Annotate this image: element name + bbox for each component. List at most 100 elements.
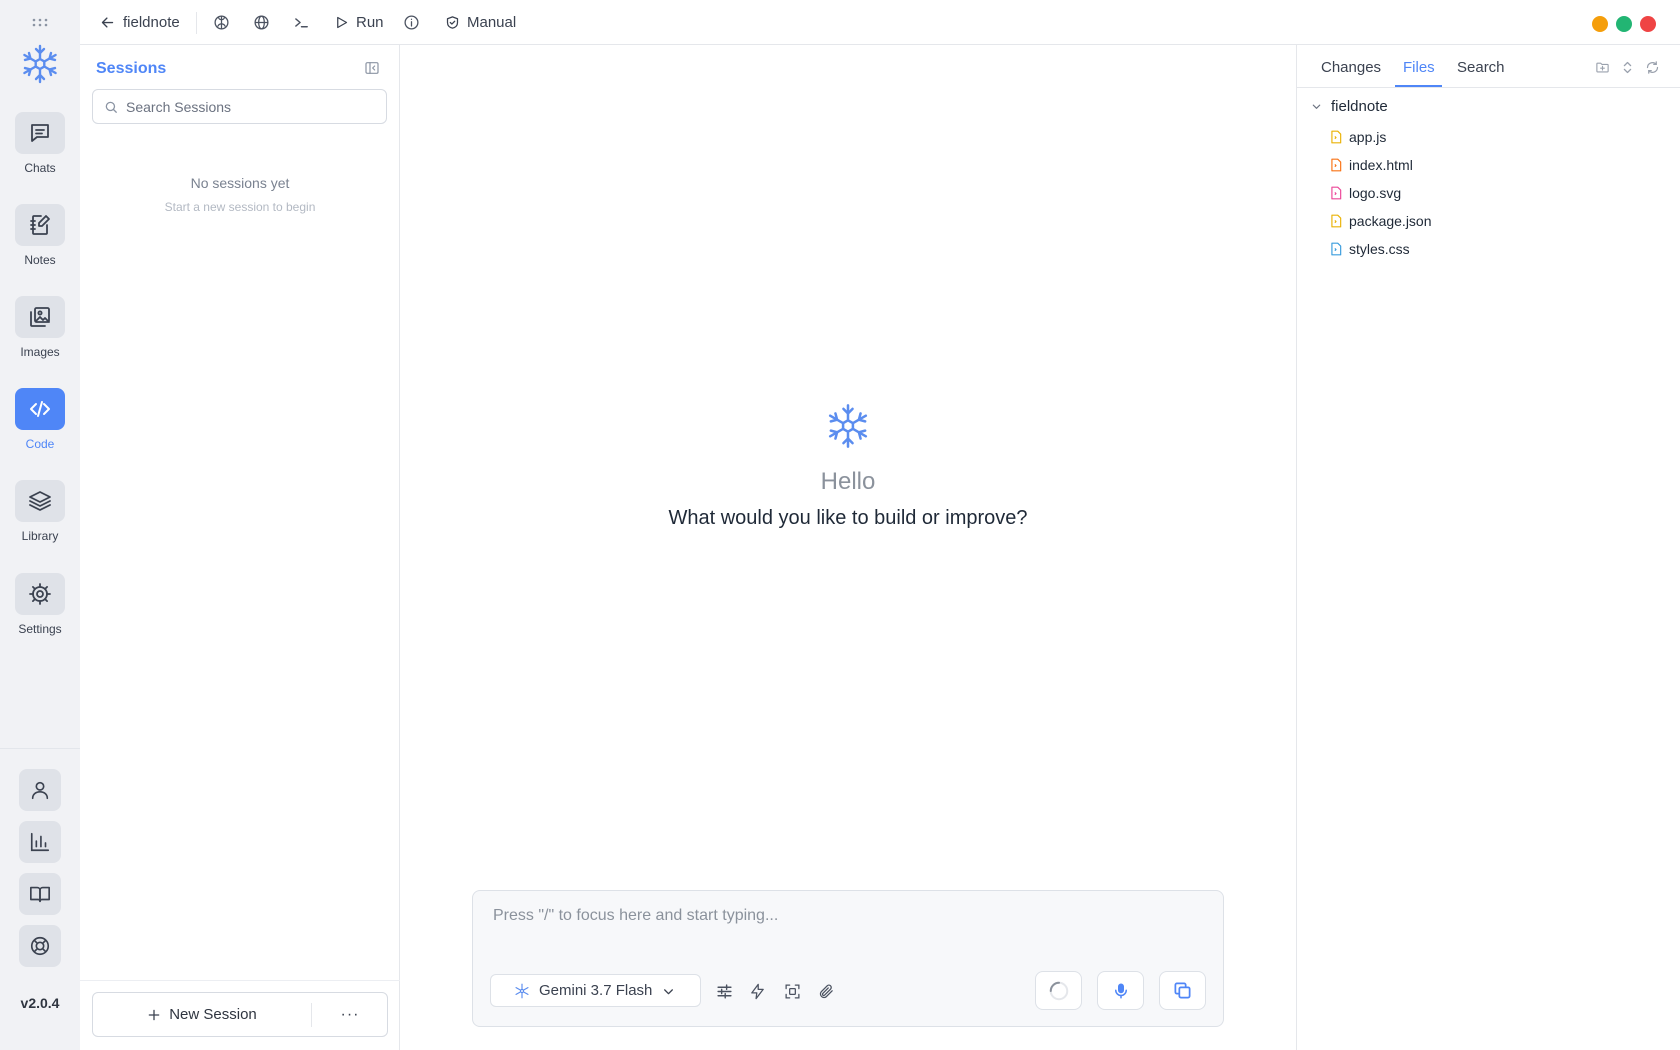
file-row-logo-svg[interactable]: logo.svg: [1329, 185, 1401, 201]
sidebar-item-images[interactable]: Images: [0, 296, 80, 359]
sidebar-item-label: Library: [21, 529, 59, 543]
file-row-app-js[interactable]: app.js: [1329, 129, 1386, 145]
bar-chart-icon[interactable]: [19, 821, 61, 863]
rail-divider: [0, 748, 80, 749]
files-panel: Changes Files Search fieldnote app.js in…: [1296, 45, 1680, 1050]
empty-state-subtitle: Start a new session to begin: [164, 200, 316, 214]
composer: Gemini 3.7 Flash: [472, 890, 1224, 1027]
paperclip-icon[interactable]: [818, 983, 835, 1000]
play-icon: [334, 15, 349, 30]
toolbar-divider: [196, 12, 197, 34]
expand-collapse-icon[interactable]: [1620, 60, 1635, 75]
message-input[interactable]: [493, 907, 1193, 937]
top-toolbar: fieldnote Run Manual: [80, 0, 1680, 45]
copy-icon: [1173, 981, 1192, 1000]
sidebar-item-code[interactable]: Code: [0, 388, 80, 451]
file-row-index-html[interactable]: index.html: [1329, 157, 1413, 173]
loading-spinner-button[interactable]: [1035, 971, 1082, 1010]
prompt-question: What would you like to build or improve?: [668, 507, 1028, 529]
brain-icon[interactable]: [213, 0, 230, 44]
arrow-left-icon: [100, 15, 115, 30]
main-area: Hello What would you like to build or im…: [400, 45, 1296, 1050]
user-icon[interactable]: [19, 769, 61, 811]
session-search: [92, 89, 387, 124]
notebook-edit-icon: [15, 204, 65, 246]
project-name: fieldnote: [123, 13, 180, 31]
microphone-button[interactable]: [1097, 971, 1144, 1010]
gear-icon: [15, 573, 65, 615]
code-icon: [15, 388, 65, 430]
mode-selector[interactable]: Manual: [445, 0, 516, 44]
sparkle-icon: [514, 983, 530, 999]
plus-icon: [147, 1008, 161, 1022]
file-svg-icon: [1329, 186, 1343, 200]
sessions-footer-divider: [80, 980, 400, 981]
file-css-icon: [1329, 242, 1343, 256]
shield-check-icon: [445, 15, 460, 30]
mode-label: Manual: [467, 13, 517, 31]
new-session-button[interactable]: New Session: [93, 993, 311, 1036]
new-session-label: New Session: [169, 1006, 257, 1023]
file-name: index.html: [1349, 157, 1413, 173]
lightning-icon[interactable]: [749, 983, 766, 1000]
file-name: app.js: [1349, 129, 1387, 145]
tab-search[interactable]: Search: [1457, 59, 1505, 76]
run-button[interactable]: Run: [334, 0, 384, 44]
globe-icon[interactable]: [253, 0, 270, 44]
app-version: v2.0.4: [20, 995, 60, 1011]
terminal-icon[interactable]: [293, 0, 310, 44]
sidebar-item-settings[interactable]: Settings: [0, 573, 80, 636]
lifebuoy-icon[interactable]: [19, 925, 61, 967]
snowflake-logo-icon: [19, 43, 61, 85]
file-name: package.json: [1349, 213, 1432, 229]
chevron-down-icon: [662, 985, 675, 998]
new-folder-icon[interactable]: [1595, 60, 1610, 75]
app-rail: Chats Notes Images Code Library Settings: [0, 0, 80, 1050]
copy-button[interactable]: [1159, 971, 1206, 1010]
info-icon[interactable]: [403, 0, 420, 44]
file-json-icon: [1329, 214, 1343, 228]
sidebar-item-library[interactable]: Library: [0, 480, 80, 543]
drag-grip-icon[interactable]: [31, 18, 49, 28]
spinner-icon: [1048, 980, 1070, 1002]
close-button[interactable]: [1640, 16, 1656, 32]
refresh-icon[interactable]: [1645, 60, 1660, 75]
run-label: Run: [356, 13, 384, 31]
model-selector[interactable]: Gemini 3.7 Flash: [490, 974, 701, 1007]
microphone-icon: [1112, 982, 1130, 1000]
snowflake-logo-icon: [824, 402, 872, 450]
folder-name: fieldnote: [1331, 98, 1388, 115]
chat-icon: [15, 112, 65, 154]
sliders-icon[interactable]: [716, 983, 733, 1000]
sidebar-item-label: Chats: [24, 161, 56, 175]
sidebar-item-label: Images: [20, 345, 60, 359]
sessions-title: Sessions: [96, 60, 167, 77]
back-button[interactable]: fieldnote: [100, 0, 180, 44]
sidebar-item-label: Code: [25, 437, 55, 451]
book-icon[interactable]: [19, 873, 61, 915]
file-html-icon: [1329, 158, 1343, 172]
tab-files[interactable]: Files: [1403, 59, 1435, 76]
more-options-button[interactable]: ···: [312, 993, 388, 1036]
empty-state-title: No sessions yet: [190, 175, 290, 191]
minimize-button[interactable]: [1592, 16, 1608, 32]
maximize-button[interactable]: [1616, 16, 1632, 32]
model-label: Gemini 3.7 Flash: [539, 982, 653, 999]
sidebar-item-notes[interactable]: Notes: [0, 204, 80, 267]
file-row-styles-css[interactable]: styles.css: [1329, 241, 1410, 257]
active-tab-indicator: [1395, 85, 1442, 87]
sidebar-item-chats[interactable]: Chats: [0, 112, 80, 175]
sessions-panel: Sessions No sessions yet Start a new ses…: [80, 45, 400, 1050]
files-tabbar: Changes Files Search: [1297, 45, 1680, 88]
sidebar-item-label: Notes: [24, 253, 56, 267]
search-input[interactable]: [126, 98, 386, 115]
search-icon: [104, 100, 118, 114]
layers-icon: [15, 480, 65, 522]
screenshot-icon[interactable]: [784, 983, 801, 1000]
folder-row[interactable]: fieldnote: [1311, 98, 1388, 115]
collapse-panel-icon[interactable]: [364, 60, 380, 76]
file-row-package-json[interactable]: package.json: [1329, 213, 1432, 229]
tab-changes[interactable]: Changes: [1321, 59, 1381, 76]
file-js-icon: [1329, 130, 1343, 144]
new-session-group: New Session ···: [92, 992, 388, 1037]
